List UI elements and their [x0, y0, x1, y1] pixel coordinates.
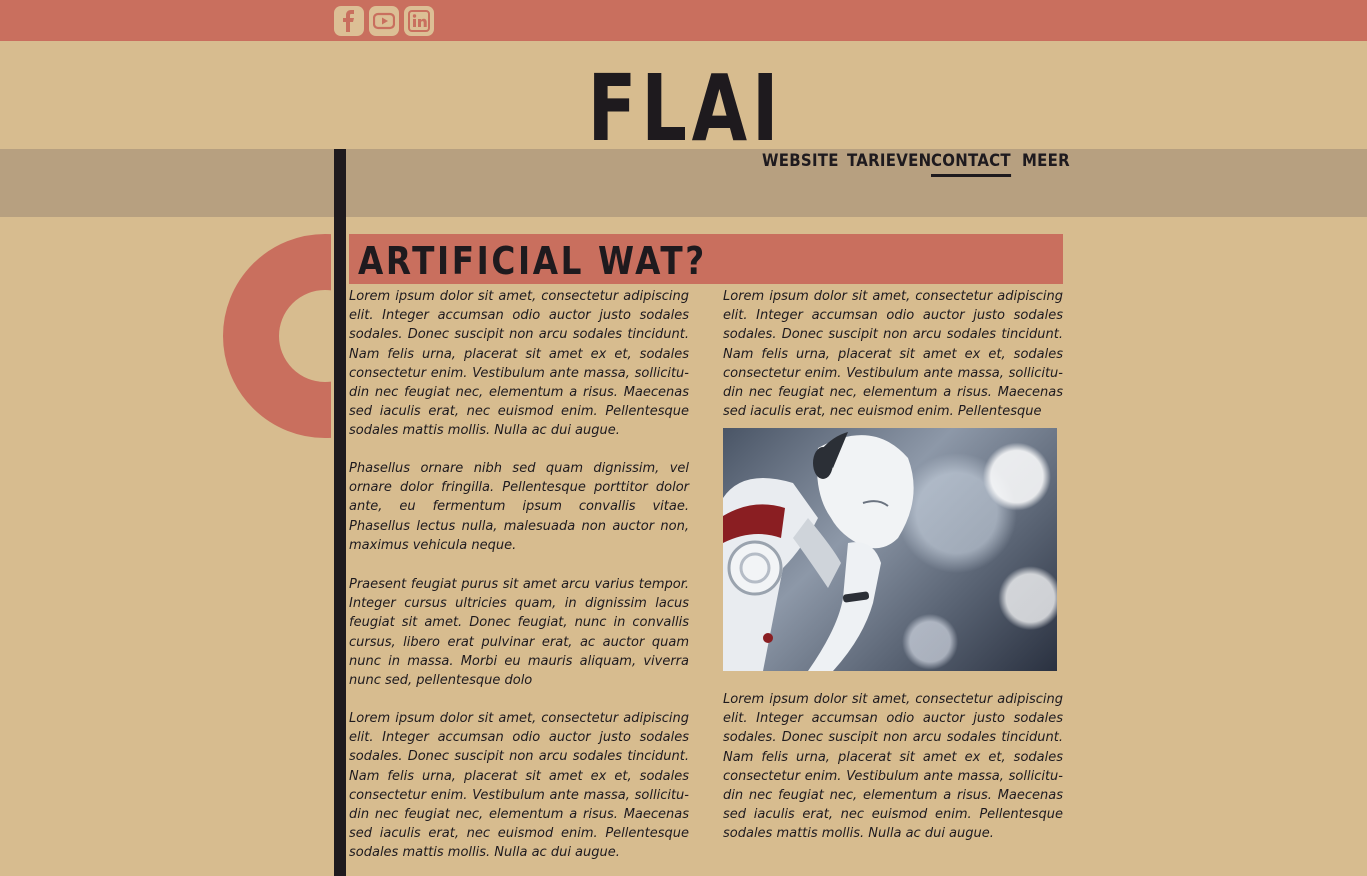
facebook-icon[interactable]	[334, 6, 364, 36]
site-logo[interactable]: FLAI	[588, 63, 783, 155]
nav-band	[0, 149, 1367, 217]
left-paragraph-2: Phasellus ornare nibh sed quam dignissim…	[349, 461, 689, 553]
article-title: ARTIFICIAL WAT?	[358, 239, 707, 283]
nav-item-website[interactable]: WEBSITE	[762, 150, 839, 174]
youtube-icon[interactable]	[369, 6, 399, 36]
nav-item-contact[interactable]: CONTACT	[931, 150, 1011, 177]
robot-thinking-image	[723, 428, 1057, 671]
left-paragraph-3: Praesent feugiat purus sit amet arcu var…	[349, 577, 689, 689]
right-paragraph-2: Lorem ipsum dolor sit amet, consectetur …	[723, 692, 1063, 842]
top-bar	[0, 0, 1367, 41]
nav-item-meer[interactable]: MEER	[1022, 150, 1070, 174]
vertical-divider	[334, 149, 346, 876]
left-paragraph-1: Lorem ipsum dolor sit amet, consectetur …	[349, 289, 689, 439]
nav-item-tarieven[interactable]: TARIEVEN	[847, 150, 931, 174]
right-paragraph-1: Lorem ipsum dolor sit amet, consectetur …	[723, 289, 1063, 420]
decorative-half-ring	[223, 234, 331, 438]
left-paragraph-4: Lorem ipsum dolor sit amet, consectetur …	[349, 711, 689, 861]
linkedin-icon[interactable]	[404, 6, 434, 36]
